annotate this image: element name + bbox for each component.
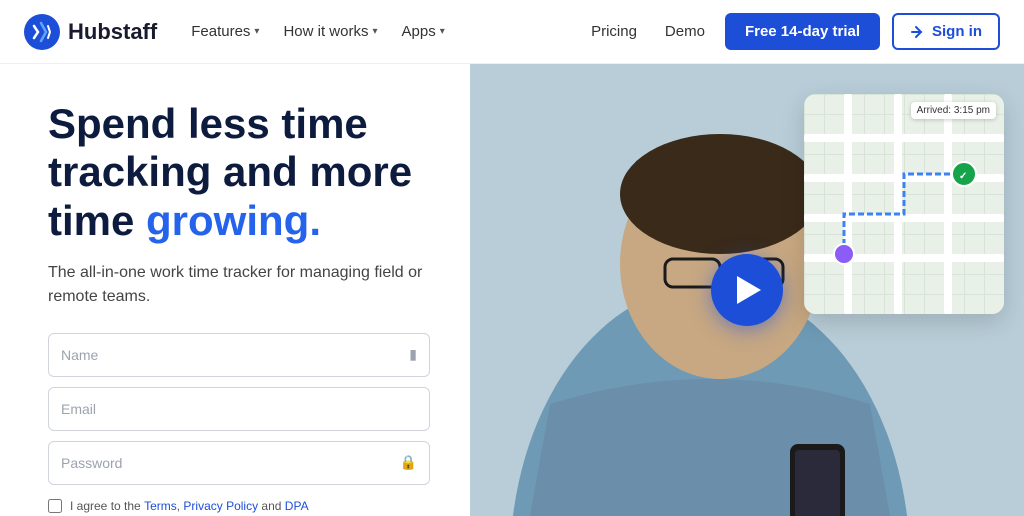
right-panel: ✓ Arrived: 3:15 pm [470,64,1024,516]
svg-text:✓: ✓ [959,171,967,182]
lock-icon: 🔒 [400,454,417,471]
nav-apps-label: Apps [402,23,436,40]
nav-pricing[interactable]: Pricing [583,17,645,46]
map-arrived-label: Arrived: 3:15 pm [911,102,996,119]
terms-prefix: I agree to the [70,499,144,513]
signin-icon [910,24,926,40]
hero-title-accent: growing. [146,197,321,244]
terms-link[interactable]: Terms [144,499,177,513]
signin-label: Sign in [932,23,982,40]
name-icon: ▮ [409,346,417,363]
email-input[interactable] [61,401,417,417]
hero-title: Spend less time tracking and more time g… [48,100,430,245]
nav-links: Features ▾ How it works ▾ Apps ▾ [181,17,455,46]
map-inner: ✓ Arrived: 3:15 pm [804,94,1004,314]
play-button[interactable] [711,254,783,326]
hero-title-line3-prefix: time [48,197,146,244]
password-input[interactable] [61,455,400,471]
nav-features-label: Features [191,23,250,40]
play-icon [737,276,761,304]
signup-form: ▮ 🔒 I agree to the Terms, Privacy Policy… [48,333,430,513]
terms-sep2: and [258,499,285,513]
navbar: Hubstaff Features ▾ How it works ▾ Apps … [0,0,1024,64]
terms-text: I agree to the Terms, Privacy Policy and… [70,499,309,513]
name-field-wrapper: ▮ [48,333,430,377]
how-it-works-chevron-icon: ▾ [372,26,377,37]
features-chevron-icon: ▾ [254,26,259,37]
logo-text: Hubstaff [68,19,157,45]
route-line: ✓ [804,94,1004,314]
nav-item-apps[interactable]: Apps ▾ [392,17,455,46]
logo[interactable]: Hubstaff [24,14,157,50]
left-panel: Spend less time tracking and more time g… [0,64,470,516]
hero-title-line1: Spend less time [48,100,368,147]
nav-item-how-it-works[interactable]: How it works ▾ [273,17,387,46]
nav-item-features[interactable]: Features ▾ [181,17,269,46]
hero-subtitle: The all-in-one work time tracker for man… [48,261,430,309]
hero-title-line2: tracking and more [48,148,412,195]
dpa-link[interactable]: DPA [285,499,309,513]
hubstaff-logo-icon [24,14,60,50]
free-trial-button[interactable]: Free 14-day trial [725,13,880,50]
nav-right: Pricing Demo Free 14-day trial Sign in [583,13,1000,50]
password-field-wrapper: 🔒 [48,441,430,485]
terms-checkbox[interactable] [48,499,62,513]
main-content: Spend less time tracking and more time g… [0,64,1024,516]
nav-howitworks-label: How it works [283,23,368,40]
terms-row: I agree to the Terms, Privacy Policy and… [48,499,430,513]
email-field-wrapper [48,387,430,431]
privacy-link[interactable]: Privacy Policy [183,499,258,513]
nav-demo[interactable]: Demo [657,17,713,46]
apps-chevron-icon: ▾ [440,26,445,37]
map-card: ✓ Arrived: 3:15 pm [804,94,1004,314]
name-input[interactable] [61,347,409,363]
signin-button[interactable]: Sign in [892,13,1000,50]
